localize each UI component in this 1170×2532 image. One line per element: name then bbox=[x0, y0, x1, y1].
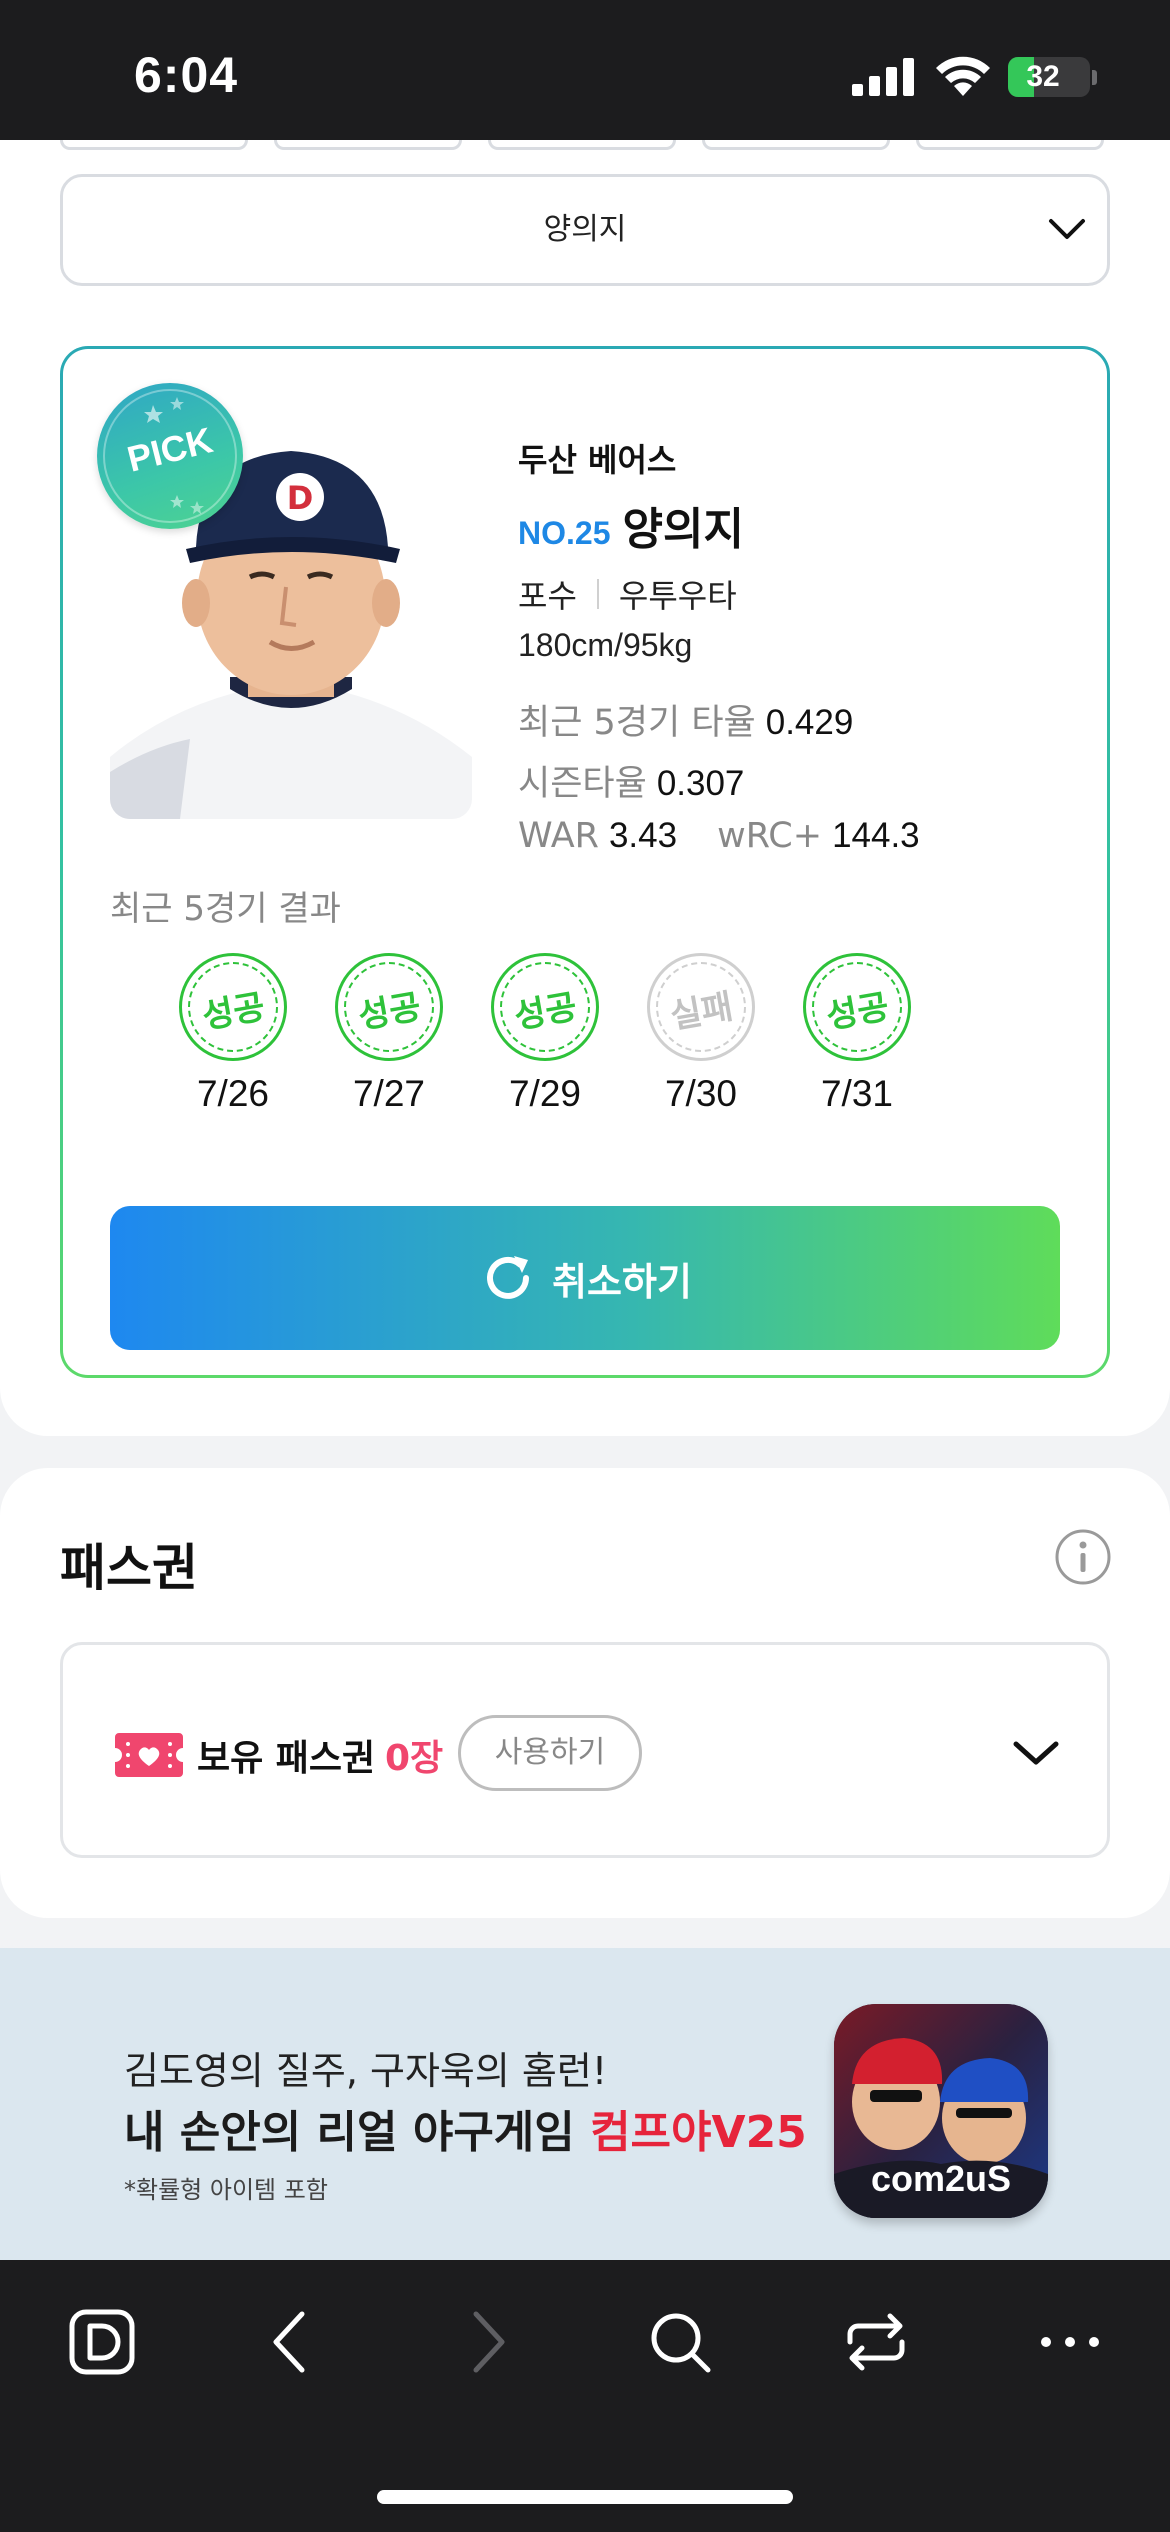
player-select-dropdown[interactable]: 양의지 bbox=[60, 174, 1110, 286]
back-icon[interactable] bbox=[256, 2306, 328, 2378]
cellular-signal-icon bbox=[852, 58, 914, 96]
battery-icon: 32 bbox=[1008, 57, 1090, 97]
result-date: 7/27 bbox=[352, 1073, 425, 1114]
team-name: 두산 베어스 bbox=[518, 441, 677, 479]
pass-section: 패스권 보유 패스권 0장 사용하기 bbox=[0, 1468, 1170, 1918]
status-bar: 6:04 32 bbox=[0, 0, 1170, 140]
filter-tab[interactable] bbox=[488, 140, 676, 150]
pass-count: 0장 bbox=[385, 1738, 444, 1779]
result-item: 성공 7/26 bbox=[173, 953, 293, 1123]
success-stamp-icon: 성공 bbox=[803, 953, 911, 1061]
svg-text:D: D bbox=[287, 479, 314, 517]
player-card: D PICK 두산 베어스 NO.25 양의지 포수 우투우타 180cm/95… bbox=[60, 346, 1110, 1378]
browser-home-d-icon[interactable] bbox=[66, 2306, 138, 2378]
filter-tab[interactable] bbox=[274, 140, 462, 150]
result-item: 실패 7/30 bbox=[641, 953, 761, 1123]
player-select-value: 양의지 bbox=[543, 212, 627, 247]
ad-app-icon: com2uS bbox=[834, 2004, 1048, 2218]
recent-results-title: 최근 5경기 결과 bbox=[110, 889, 341, 929]
ad-title-accent: 컴프야V25 bbox=[590, 2107, 807, 2158]
search-icon[interactable] bbox=[644, 2306, 716, 2378]
jersey-number: NO.25 bbox=[518, 515, 611, 551]
ad-headline: 김도영의 질주, 구자욱의 홈런! bbox=[124, 2049, 608, 2093]
pick-badge: PICK bbox=[97, 383, 243, 529]
wifi-icon bbox=[936, 56, 990, 96]
filter-tab[interactable] bbox=[60, 140, 248, 150]
stat-recent5: 최근 5경기 타율 0.429 bbox=[518, 703, 854, 743]
result-date: 7/31 bbox=[820, 1073, 893, 1114]
success-stamp-icon: 성공 bbox=[491, 953, 599, 1061]
stat-war-wrc: WAR 3.43 wRC+ 144.3 bbox=[518, 816, 920, 856]
ad-title: 내 손안의 리얼 야구게임 컴프야V25 bbox=[124, 2107, 807, 2158]
ad-disclaimer: *확률형 아이템 포함 bbox=[124, 2176, 328, 2204]
result-date: 7/26 bbox=[196, 1073, 269, 1114]
player-body-size: 180cm/95kg bbox=[518, 627, 693, 663]
info-icon[interactable] bbox=[1054, 1528, 1112, 1586]
fail-stamp-icon: 실패 bbox=[647, 953, 755, 1061]
forward-icon[interactable] bbox=[450, 2306, 522, 2378]
player-info: 두산 베어스 NO.25 양의지 포수 우투우타 180cm/95kg 최근 5… bbox=[518, 435, 1078, 856]
pass-dropdown[interactable]: 보유 패스권 0장 사용하기 bbox=[60, 1642, 1110, 1858]
chevron-down-icon bbox=[1049, 219, 1085, 239]
result-date: 7/29 bbox=[508, 1073, 581, 1114]
player-pick-section: 양의지 D PICK 두산 베어스 NO.25 양의지 포수 우투우타 180c… bbox=[0, 140, 1170, 1436]
pass-title: 패스권 bbox=[60, 1539, 198, 1597]
cancel-button-label: 취소하기 bbox=[552, 1259, 692, 1304]
refresh-icon bbox=[487, 1256, 530, 1299]
filter-tab[interactable] bbox=[702, 140, 890, 150]
success-stamp-icon: 성공 bbox=[179, 953, 287, 1061]
ad-app-label: com2uS bbox=[870, 2158, 1012, 2199]
more-icon[interactable] bbox=[1034, 2306, 1106, 2378]
pass-label: 보유 패스권 bbox=[197, 1738, 376, 1779]
battery-level: 32 bbox=[1026, 60, 1060, 93]
player-handedness: 우투우타 bbox=[618, 577, 737, 615]
filter-tab[interactable] bbox=[916, 140, 1104, 150]
use-pass-button[interactable]: 사용하기 bbox=[458, 1715, 642, 1791]
tabs-switch-icon[interactable] bbox=[840, 2306, 912, 2378]
result-date: 7/30 bbox=[664, 1073, 737, 1114]
status-time: 6:04 bbox=[134, 47, 239, 103]
result-item: 성공 7/31 bbox=[797, 953, 917, 1123]
stat-season-avg: 시즌타율 0.307 bbox=[518, 764, 745, 804]
divider bbox=[596, 579, 599, 609]
chevron-down-icon bbox=[1013, 1741, 1059, 1765]
player-position: 포수 bbox=[518, 577, 577, 615]
success-stamp-icon: 성공 bbox=[335, 953, 443, 1061]
result-item: 성공 7/29 bbox=[485, 953, 605, 1123]
ticket-heart-icon bbox=[115, 1733, 183, 1777]
home-indicator[interactable] bbox=[377, 2490, 793, 2504]
ad-banner[interactable]: 김도영의 질주, 구자욱의 홈런! 내 손안의 리얼 야구게임 컴프야V25 *… bbox=[0, 1948, 1170, 2260]
player-name: 양의지 bbox=[622, 504, 744, 555]
result-item: 성공 7/27 bbox=[329, 953, 449, 1123]
cancel-pick-button[interactable]: 취소하기 bbox=[110, 1206, 1060, 1350]
